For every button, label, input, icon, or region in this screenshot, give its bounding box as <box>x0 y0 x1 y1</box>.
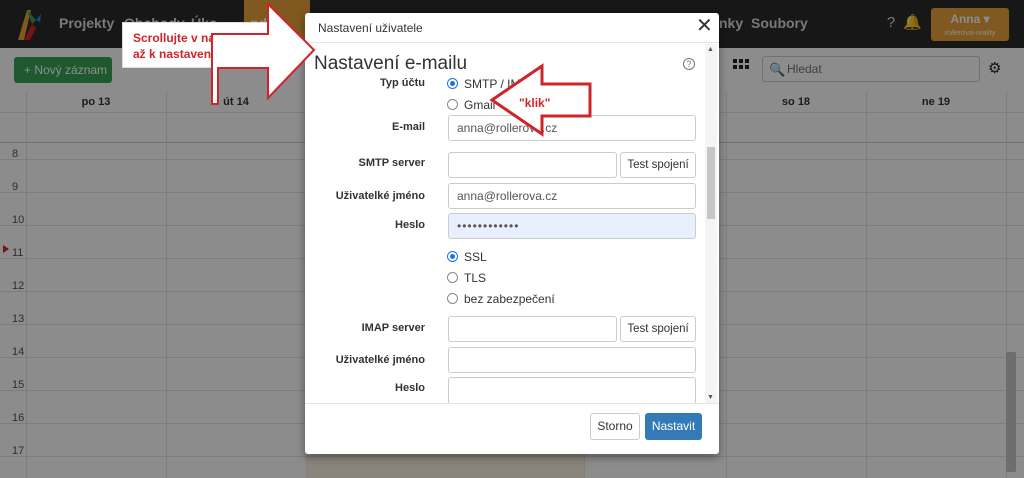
cancel-button[interactable]: Storno <box>590 413 640 440</box>
imap-password-field[interactable] <box>448 377 696 403</box>
close-icon[interactable]: ✕ <box>696 16 713 36</box>
dialog-footer: Storno Nastavit <box>305 403 719 454</box>
radio-checked <box>447 251 458 262</box>
imap-password-label: Heslo <box>395 382 425 394</box>
radio-unchecked <box>447 99 458 110</box>
confirm-button[interactable]: Nastavit <box>645 413 702 440</box>
radio-unchecked <box>447 272 458 283</box>
arrow-right-icon <box>211 2 316 105</box>
smtp-password-field[interactable]: •••••••••••• <box>448 213 696 239</box>
smtp-username-field[interactable]: anna@rollerova.cz <box>448 183 696 209</box>
email-label: E-mail <box>391 121 425 133</box>
smtp-password-label: Heslo <box>395 219 425 231</box>
imap-username-label: Uživatelké jméno <box>335 354 425 366</box>
scroll-up-icon[interactable]: ▲ <box>707 46 714 53</box>
radio-checked <box>447 78 458 89</box>
imap-server-field[interactable] <box>448 316 617 342</box>
smtp-test-connection-button[interactable]: Test spojení <box>620 152 696 178</box>
dialog-scrollbar-track[interactable] <box>705 44 717 403</box>
imap-username-field[interactable] <box>448 347 696 373</box>
radio-unchecked <box>447 293 458 304</box>
security-ssl[interactable]: SSL <box>447 250 487 264</box>
dialog-scrollbar-thumb[interactable] <box>707 147 715 219</box>
help-icon[interactable]: ? <box>683 58 695 70</box>
scroll-down-icon[interactable]: ▼ <box>707 394 714 401</box>
security-none[interactable]: bez zabezpečení <box>447 292 555 306</box>
dialog-header: Nastavení uživatele ✕ <box>305 13 719 43</box>
email-section-title: Nastavení e-mailu <box>314 53 468 74</box>
dialog-title: Nastavení uživatele <box>318 21 423 35</box>
smtp-server-field[interactable] <box>448 152 617 178</box>
click-hint-text: "klik" <box>519 96 551 110</box>
security-tls[interactable]: TLS <box>447 271 486 285</box>
smtp-server-label: SMTP server <box>358 157 425 169</box>
smtp-username-label: Uživatelké jméno <box>335 190 425 202</box>
imap-server-label: IMAP server <box>361 322 425 334</box>
account-type-label: Typ účtu <box>379 77 425 89</box>
imap-test-connection-button[interactable]: Test spojení <box>620 316 696 342</box>
